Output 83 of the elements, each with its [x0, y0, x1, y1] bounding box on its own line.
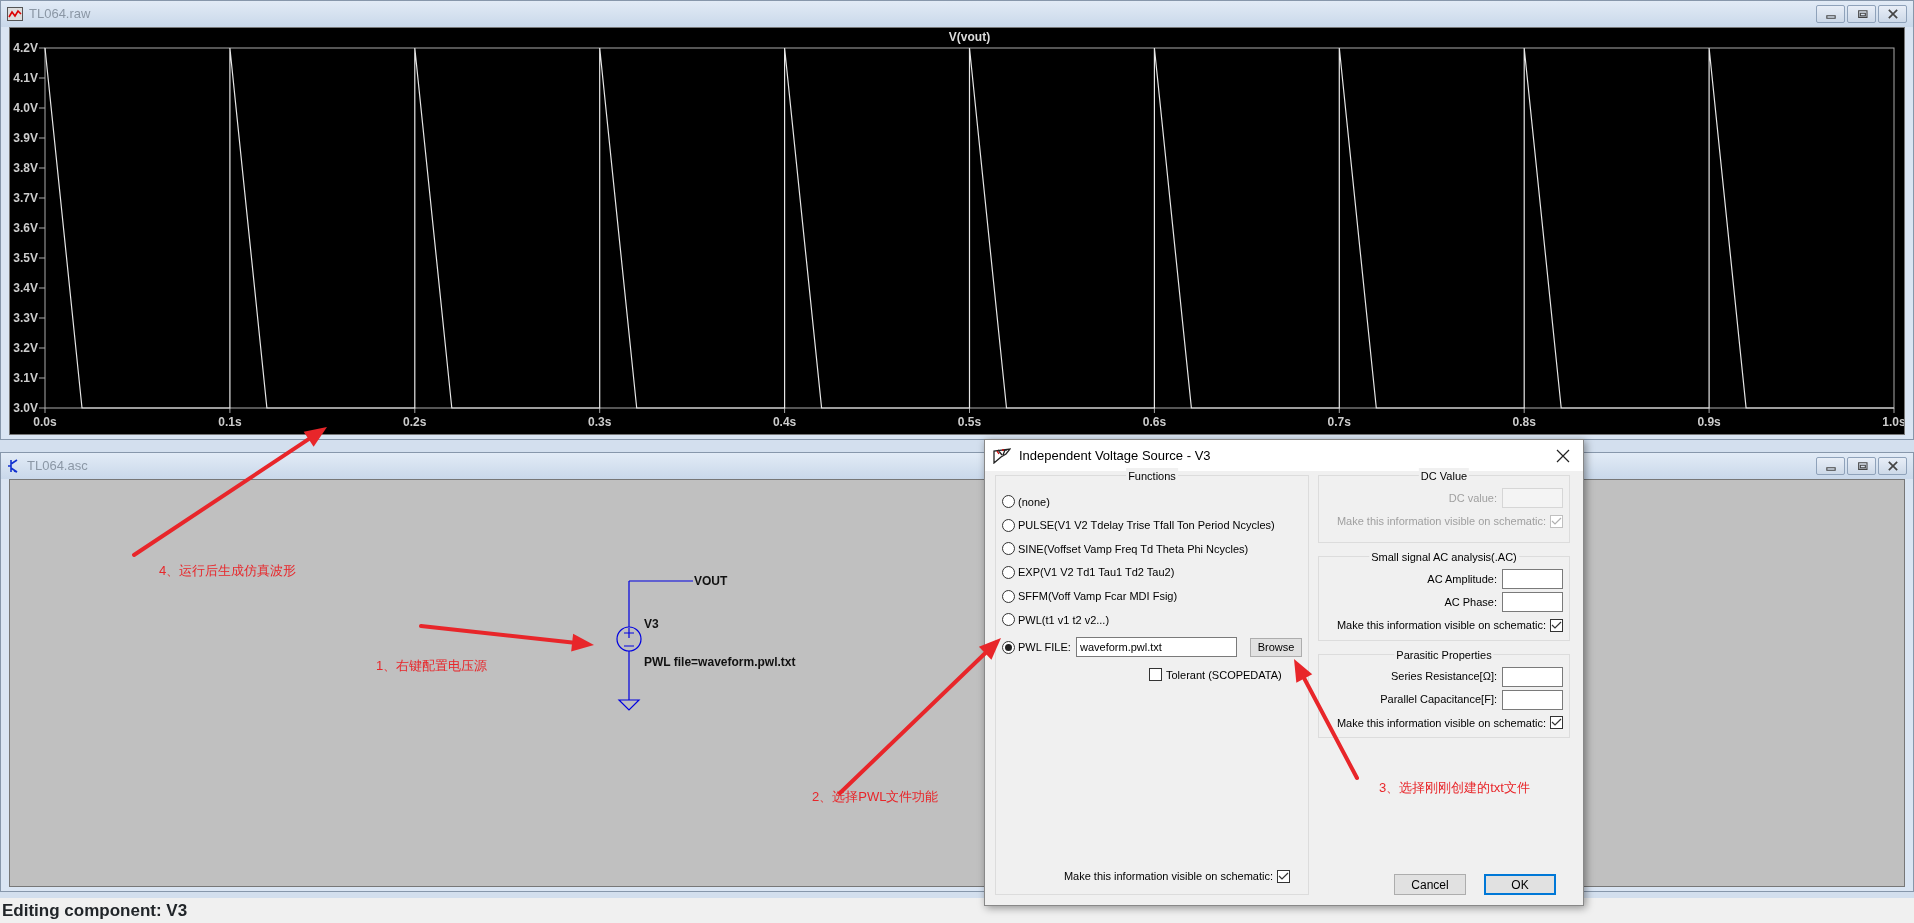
axis-label: 4.0V: [13, 101, 38, 115]
voltage-source-symbol: [616, 626, 642, 652]
axis-label: 3.0V: [13, 401, 38, 415]
axis-label: 4.2V: [13, 41, 38, 55]
net-label: VOUT: [694, 574, 728, 588]
close-icon: [1556, 448, 1570, 463]
dialog-button[interactable]: Cancel: [1394, 874, 1466, 895]
field-label: Parallel Capacitance[F]:: [1380, 692, 1497, 708]
axis-label: 0.0s: [33, 415, 57, 429]
checkbox[interactable]: [1149, 668, 1162, 682]
radio-label[interactable]: SFFM(Voff Vamp Fcar MDI Fsig): [1018, 587, 1178, 605]
annotation-text: 4、运行后生成仿真波形: [159, 562, 297, 580]
axis-label: 0.1s: [218, 415, 242, 429]
radio-button[interactable]: [1002, 518, 1015, 532]
logo-icon: [993, 447, 1011, 464]
ground-symbol: [617, 699, 641, 711]
axis-label: 0.4s: [772, 415, 797, 429]
input-field: [1502, 488, 1563, 508]
field-label: DC value:: [1448, 490, 1497, 506]
minimize-button[interactable]: [1816, 5, 1845, 23]
radio-button[interactable]: [1002, 589, 1015, 603]
input-field[interactable]: [1502, 592, 1563, 612]
axis-label: 3.3V: [13, 311, 38, 325]
window-title: TL064.asc: [27, 457, 88, 476]
checkbox[interactable]: [1550, 618, 1563, 632]
axis-label: 3.6V: [13, 221, 38, 235]
axis-label: 4.1V: [13, 71, 38, 85]
axis-label: 3.1V: [13, 371, 38, 385]
browse-button[interactable]: Browse: [1250, 637, 1302, 657]
checkbox-label[interactable]: Make this information visible on schematic:: [1336, 617, 1546, 634]
radio-label[interactable]: SINE(Voffset Vamp Freq Td Theta Phi Ncycles): [1018, 540, 1249, 558]
axis-label: 0.5s: [957, 415, 982, 429]
close-icon: [1885, 9, 1900, 19]
field-label: AC Amplitude:: [1427, 571, 1497, 587]
radio-button[interactable]: [1002, 640, 1015, 654]
checkbox-label[interactable]: Make this information visible on schematic:: [1336, 714, 1546, 731]
input-field[interactable]: [1502, 666, 1563, 687]
file-field[interactable]: waveform.pwl.txt: [1076, 637, 1237, 658]
radio-button[interactable]: [1002, 566, 1015, 580]
field-label: AC Phase:: [1444, 594, 1497, 610]
radio-button[interactable]: [1002, 613, 1015, 627]
chart-title: V(vout): [948, 30, 991, 44]
axis-label: 0.3s: [588, 415, 612, 429]
minimize-button[interactable]: [1816, 457, 1845, 475]
window-title: TL064.raw: [29, 5, 91, 24]
checkbox-label[interactable]: Tolerant (SCOPEDATA): [1166, 666, 1282, 684]
checkbox-label[interactable]: Make this information visible on schematic:: [1063, 867, 1273, 885]
annotation-text: 1、右键配置电压源: [376, 657, 488, 675]
field-label: Series Resistance[Ω]:: [1390, 669, 1497, 685]
input-field[interactable]: [1502, 689, 1563, 710]
value-label: PWL file=waveform.pwl.txt: [644, 655, 796, 669]
axis-label: 0.2s: [403, 415, 427, 429]
dialog-button[interactable]: OK: [1484, 874, 1556, 895]
dialog-title: Independent Voltage Source - V3: [1019, 446, 1211, 465]
checkbox-label: Make this information visible on schematic:: [1336, 514, 1546, 529]
maximize-button[interactable]: [1847, 5, 1876, 23]
radio-label[interactable]: EXP(V1 V2 Td1 Tau1 Td2 Tau2): [1018, 564, 1175, 581]
axis-label: 3.9V: [13, 131, 38, 145]
radio-button[interactable]: [1002, 495, 1015, 509]
annotation-text: 3、选择刚刚创建的txt文件: [1379, 779, 1530, 797]
axis-label: 3.8V: [13, 161, 38, 175]
maximize-button[interactable]: [1847, 457, 1876, 475]
axis-label: 0.7s: [1327, 415, 1351, 429]
axis-label: 3.5V: [13, 251, 38, 265]
radio-label[interactable]: PWL FILE:: [1018, 639, 1071, 656]
component-label: V3: [644, 617, 659, 631]
close-button[interactable]: [1878, 457, 1907, 475]
checkbox[interactable]: [1550, 716, 1563, 730]
axis-label: 0.6s: [1142, 415, 1167, 429]
axis-label: 3.7V: [13, 191, 38, 205]
axis-label: 3.4V: [13, 281, 38, 295]
axis-label: 3.2V: [13, 341, 38, 355]
axis-label: 0.9s: [1697, 415, 1721, 429]
radio-label[interactable]: (none): [1018, 493, 1050, 511]
input-field[interactable]: [1502, 569, 1563, 589]
close-icon: [1885, 461, 1900, 471]
radio-label[interactable]: PWL(t1 v1 t2 v2...): [1018, 611, 1110, 628]
radio-label[interactable]: PULSE(V1 V2 Tdelay Trise Tfall Ton Period Ncycles): [1018, 517, 1275, 534]
axis-label: 0.8s: [1512, 415, 1536, 429]
close-button[interactable]: [1878, 5, 1907, 23]
radio-button[interactable]: [1002, 542, 1015, 556]
checkbox[interactable]: [1277, 869, 1290, 883]
waveform-icon: [7, 7, 23, 21]
